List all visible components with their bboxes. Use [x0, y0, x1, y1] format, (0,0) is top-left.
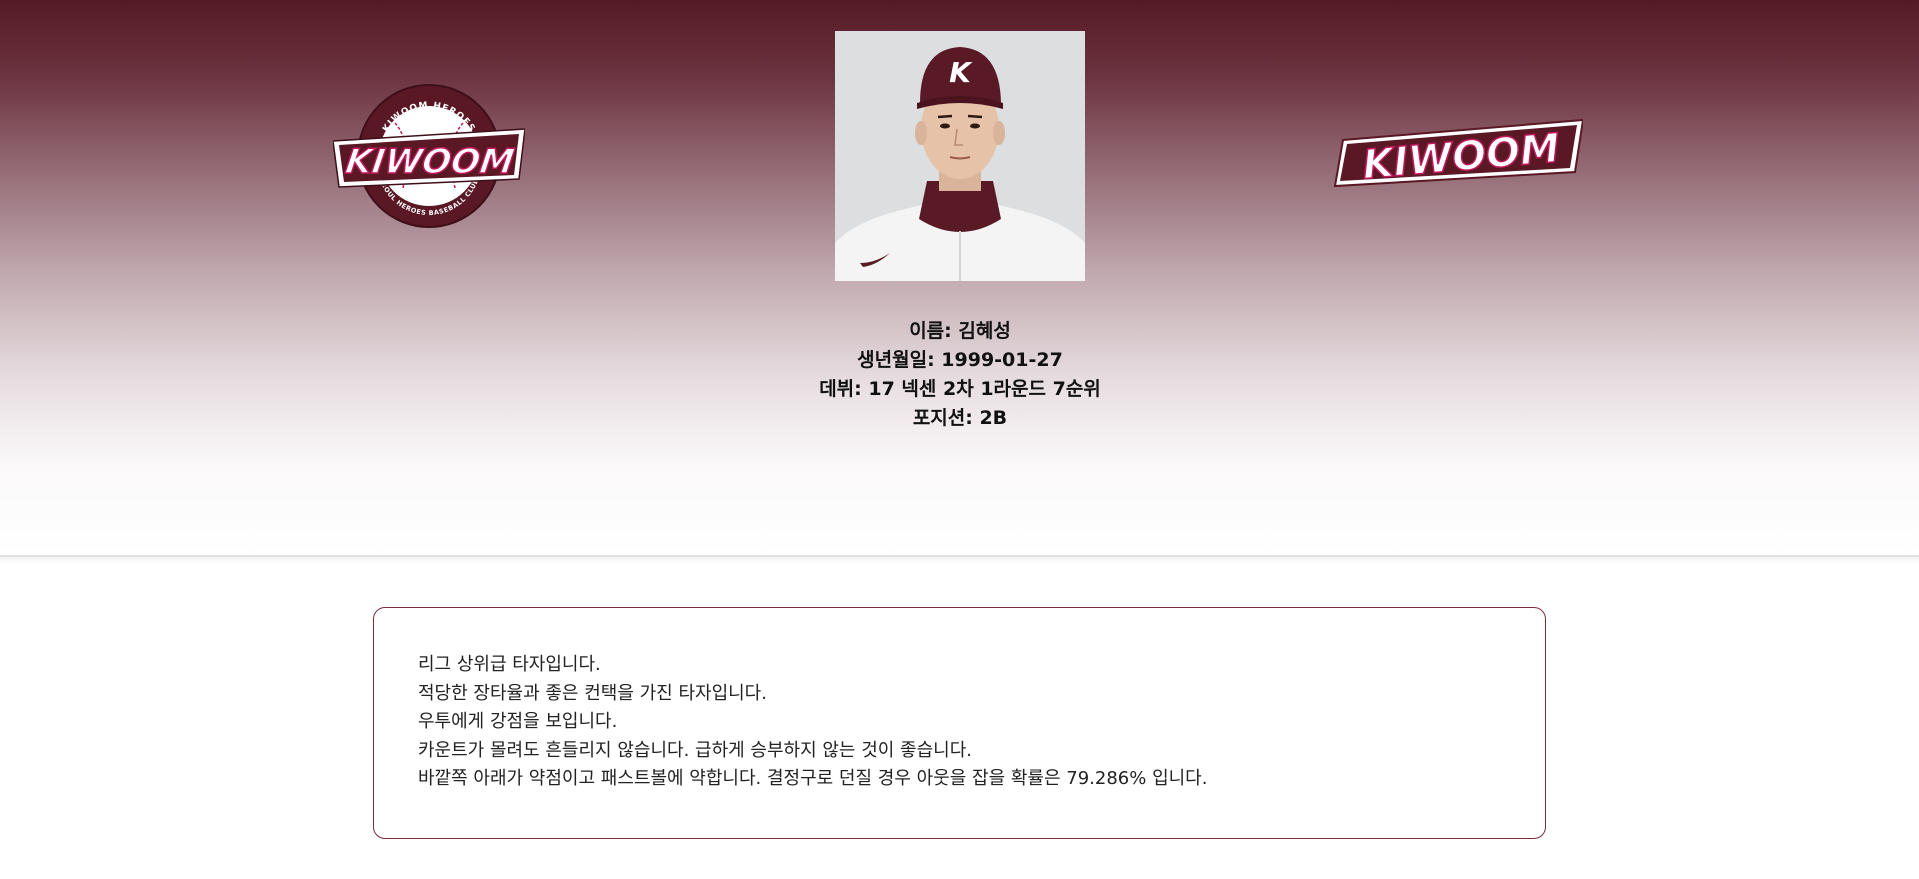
scouting-report-text: 리그 상위급 타자입니다. 적당한 장타율과 좋은 컨택을 가진 타자입니다. … [418, 651, 1518, 794]
report-line: 바깥쪽 아래가 약점이고 패스트볼에 약합니다. 결정구로 던질 경우 아웃을 … [418, 768, 1208, 789]
report-line: 적당한 장타율과 좋은 컨택을 가진 타자입니다. [418, 682, 767, 704]
player-photo-icon: K [835, 31, 1085, 281]
report-line: 카운트가 몰려도 흔들리지 않습니다. 급하게 승부하지 않는 것이 좋습니다. [418, 739, 973, 761]
header-divider-shadow [0, 557, 1919, 565]
player-info: 이름: 김혜성 생년월일: 1999-01-27 데뷔: 17 넥센 2차 1라… [760, 317, 1160, 433]
player-debut: 데뷔: 17 넥센 2차 1라운드 7순위 [819, 378, 1101, 400]
right-wordmark: KIWOOM [1361, 125, 1562, 188]
player-birthdate: 생년월일: 1999-01-27 [857, 349, 1063, 371]
profile-header: KIWOOM HEROES SEOUL HEROES BASEBALL CLUB… [0, 0, 1919, 555]
kiwoom-heroes-emblem-icon: KIWOOM HEROES SEOUL HEROES BASEBALL CLUB… [333, 84, 525, 228]
emblem-wordmark: KIWOOM [343, 142, 517, 182]
player-photo: K [835, 31, 1085, 281]
report-line: 우투에게 강점을 보입니다. [418, 711, 618, 732]
kiwoom-wordmark-icon: KIWOOM [1333, 118, 1583, 189]
scouting-report-box: 리그 상위급 타자입니다. 적당한 장타율과 좋은 컨택을 가진 타자입니다. … [373, 607, 1546, 839]
player-profile-page: KIWOOM HEROES SEOUL HEROES BASEBALL CLUB… [0, 0, 1919, 879]
cap-letter: K [949, 56, 973, 89]
player-position: 포지션: 2B [912, 407, 1008, 429]
player-name: 이름: 김혜성 [909, 320, 1011, 342]
report-line: 리그 상위급 타자입니다. [418, 654, 601, 675]
